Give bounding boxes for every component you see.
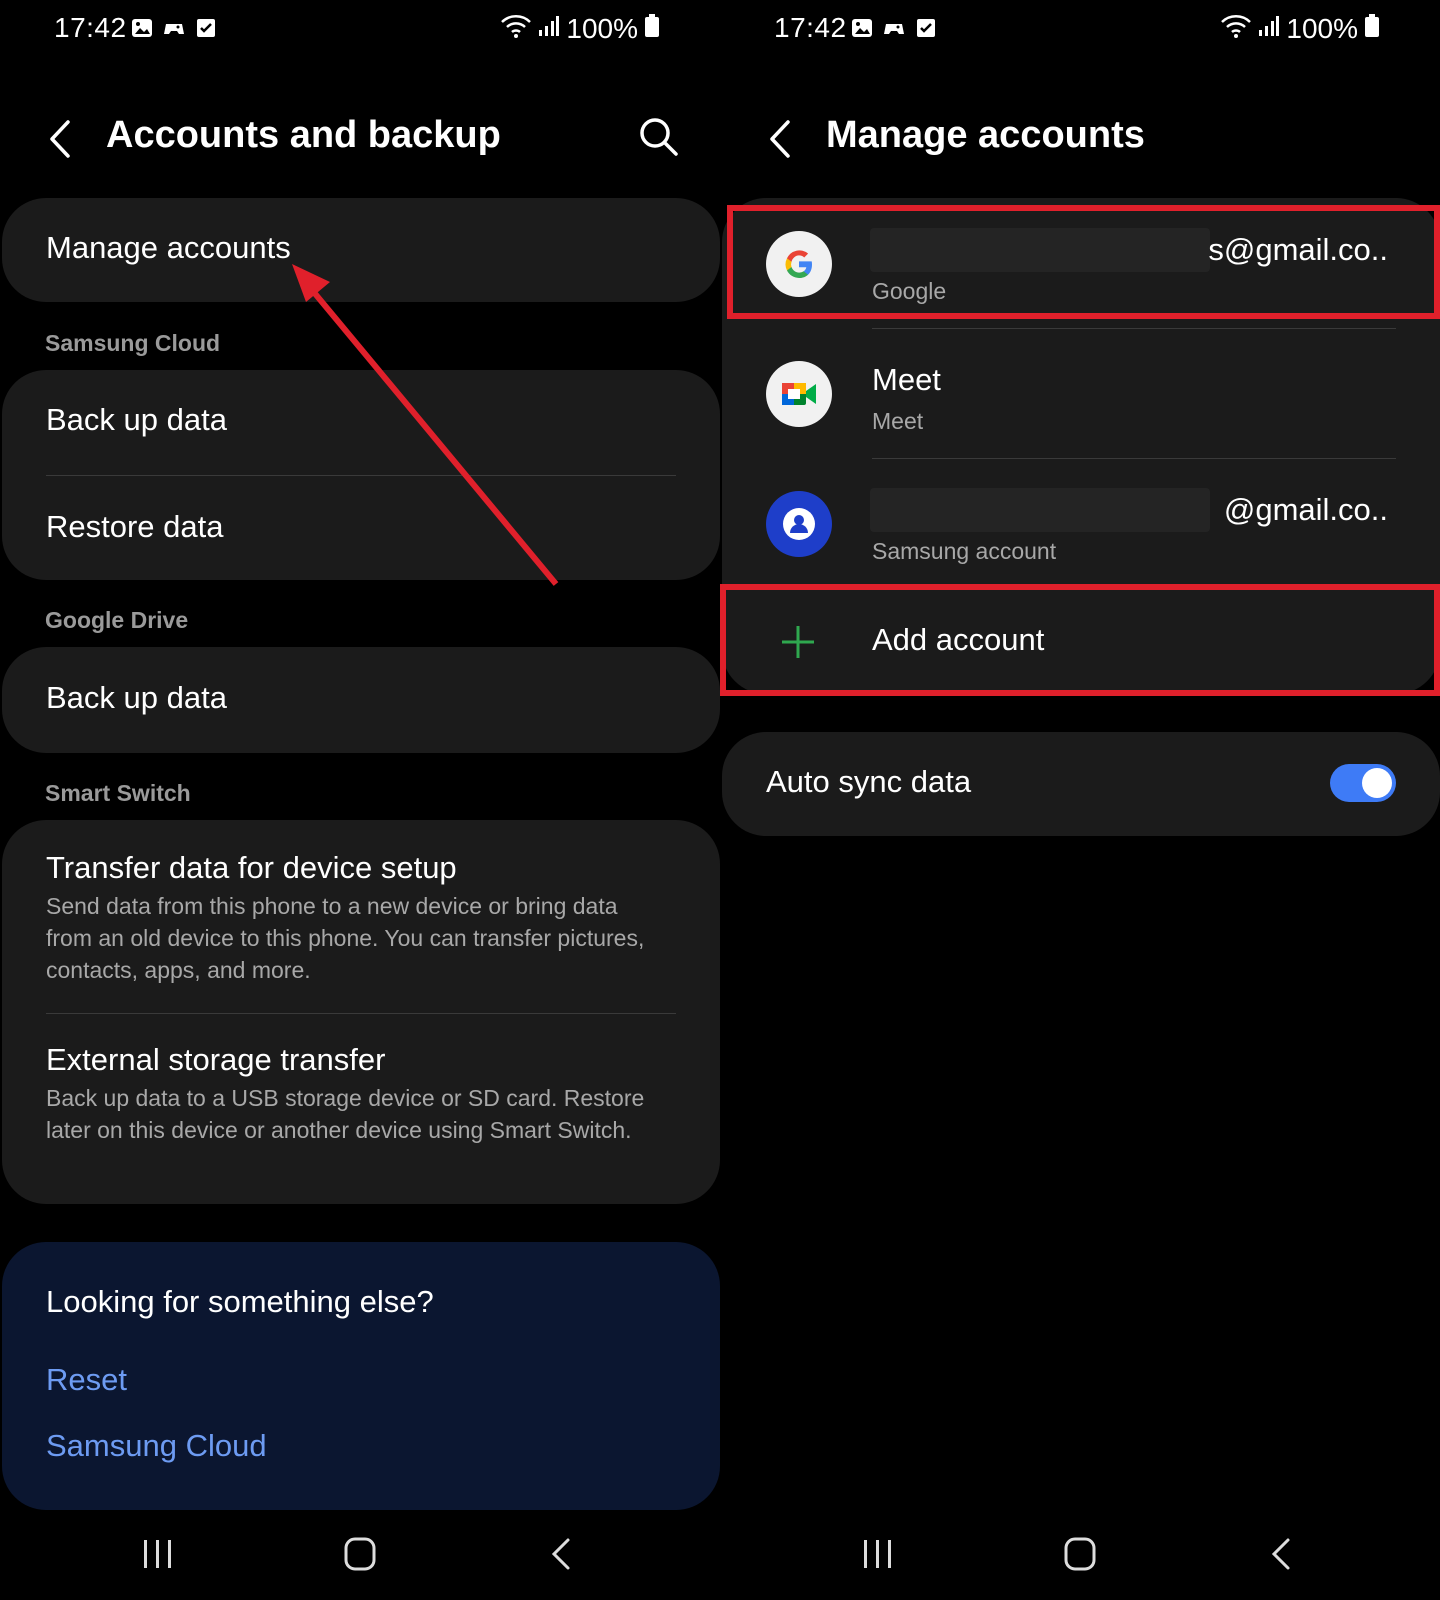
nav-back-button[interactable] xyxy=(538,1532,586,1576)
section-smart-switch: Smart Switch xyxy=(45,780,191,806)
plus-icon xyxy=(778,622,818,667)
home-icon xyxy=(344,1537,376,1571)
checkbox-icon xyxy=(914,16,938,40)
home-button[interactable] xyxy=(336,1532,384,1576)
add-account-label: Add account xyxy=(872,622,1045,657)
help-card: Looking for something else? Reset Samsun… xyxy=(2,1242,720,1510)
recent-apps-button[interactable] xyxy=(854,1532,902,1576)
account-type: Google xyxy=(872,278,947,304)
external-storage-title: External storage transfer xyxy=(46,1042,386,1077)
redacted-email xyxy=(870,488,1210,532)
meet-account-row[interactable]: Meet Meet xyxy=(722,328,1440,458)
app-header: Manage accounts xyxy=(720,104,1440,176)
recent-apps-button[interactable] xyxy=(134,1532,182,1576)
account-email: @gmail.co.. xyxy=(1223,492,1388,527)
auto-sync-row[interactable]: Auto sync data xyxy=(722,732,1440,836)
transfer-data-title: Transfer data for device setup xyxy=(46,850,457,885)
samsung-account-row[interactable]: @gmail.co.. Samsung account xyxy=(722,458,1440,588)
navigation-bar xyxy=(0,1532,720,1582)
meet-icon xyxy=(766,361,832,427)
gallery-icon xyxy=(850,16,874,40)
samsung-account-icon xyxy=(766,491,832,557)
recent-apps-icon xyxy=(864,1540,891,1568)
home-button[interactable] xyxy=(1056,1532,1104,1576)
google-account-row[interactable]: s@gmail.co.. Google xyxy=(722,198,1440,328)
google-drive-card: Back up data xyxy=(2,647,720,753)
backup-data-label: Back up data xyxy=(46,680,227,715)
smart-switch-card: Transfer data for device setup Send data… xyxy=(2,820,720,1204)
account-email: s@gmail.co.. xyxy=(1208,232,1388,267)
navigation-bar xyxy=(720,1532,1440,1582)
back-icon xyxy=(1271,1538,1290,1570)
auto-sync-card: Auto sync data xyxy=(722,732,1440,836)
recent-apps-icon xyxy=(144,1540,171,1568)
wifi-icon xyxy=(1220,12,1252,45)
help-title: Looking for something else? xyxy=(46,1284,434,1319)
notification-icons xyxy=(850,16,938,40)
accounts-card: s@gmail.co.. Google Meet Meet @gmail.co.… xyxy=(722,198,1440,694)
status-bar: 17:42 100% xyxy=(720,8,1440,48)
nav-back-button[interactable] xyxy=(1258,1532,1306,1576)
account-type: Samsung account xyxy=(872,538,1057,564)
chevron-left-icon xyxy=(770,120,790,158)
transfer-data-item[interactable]: Transfer data for device setup Send data… xyxy=(2,820,720,1012)
add-account-button[interactable]: Add account xyxy=(722,588,1440,694)
system-status-icons: 100% xyxy=(1220,12,1380,45)
accounts-and-backup-screen: 17:42 100% Accounts and backup Manage ac… xyxy=(0,0,720,1600)
signal-icon xyxy=(1258,14,1280,43)
battery-icon xyxy=(1364,14,1380,43)
toggle-knob xyxy=(1362,768,1392,798)
account-title: Meet xyxy=(872,362,941,397)
external-storage-subtitle: Back up data to a USB storage device or … xyxy=(46,1085,645,1143)
status-time: 17:42 xyxy=(774,12,847,43)
google-drive-backup-item[interactable]: Back up data xyxy=(2,647,720,753)
back-icon xyxy=(551,1538,570,1570)
annotation-arrow xyxy=(292,264,559,586)
back-button[interactable] xyxy=(760,114,800,164)
reset-link[interactable]: Reset xyxy=(46,1362,127,1398)
page-title: Manage accounts xyxy=(826,114,1145,156)
auto-sync-toggle[interactable] xyxy=(1330,764,1396,802)
google-icon xyxy=(766,231,832,297)
battery-percent: 100% xyxy=(1286,12,1358,44)
samsung-cloud-link[interactable]: Samsung Cloud xyxy=(46,1428,267,1464)
game-icon xyxy=(882,16,906,40)
redacted-email xyxy=(870,228,1210,272)
external-storage-item[interactable]: External storage transfer Back up data t… xyxy=(2,1012,720,1204)
home-icon xyxy=(1064,1537,1096,1571)
transfer-data-subtitle: Send data from this phone to a new devic… xyxy=(46,893,645,983)
account-type: Meet xyxy=(872,408,924,434)
manage-accounts-screen: 17:42 100% Manage accounts s@gmail.co.. … xyxy=(720,0,1440,1600)
